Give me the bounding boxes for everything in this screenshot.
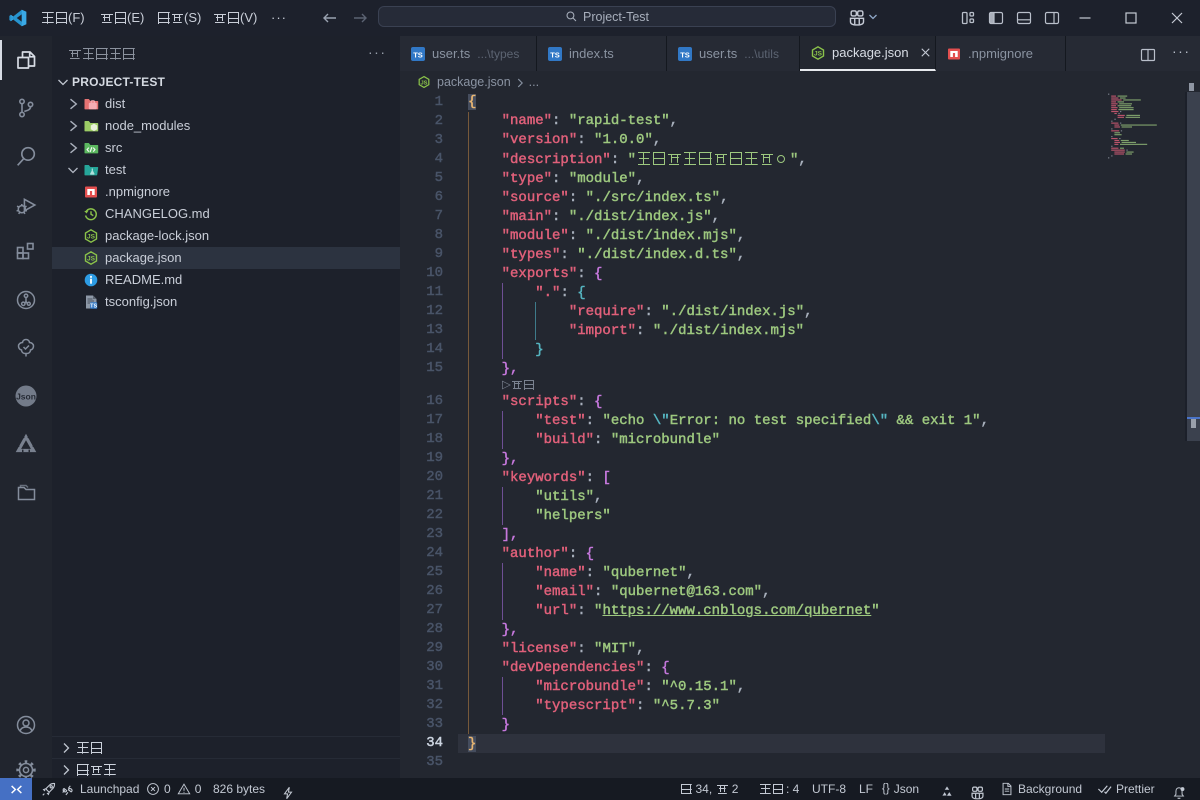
svg-text:TS: TS [550, 50, 560, 59]
svg-text:TS: TS [680, 50, 690, 59]
svg-text:JS: JS [421, 80, 428, 86]
svg-text:TS: TS [413, 50, 423, 59]
svg-text:JS: JS [814, 50, 823, 57]
